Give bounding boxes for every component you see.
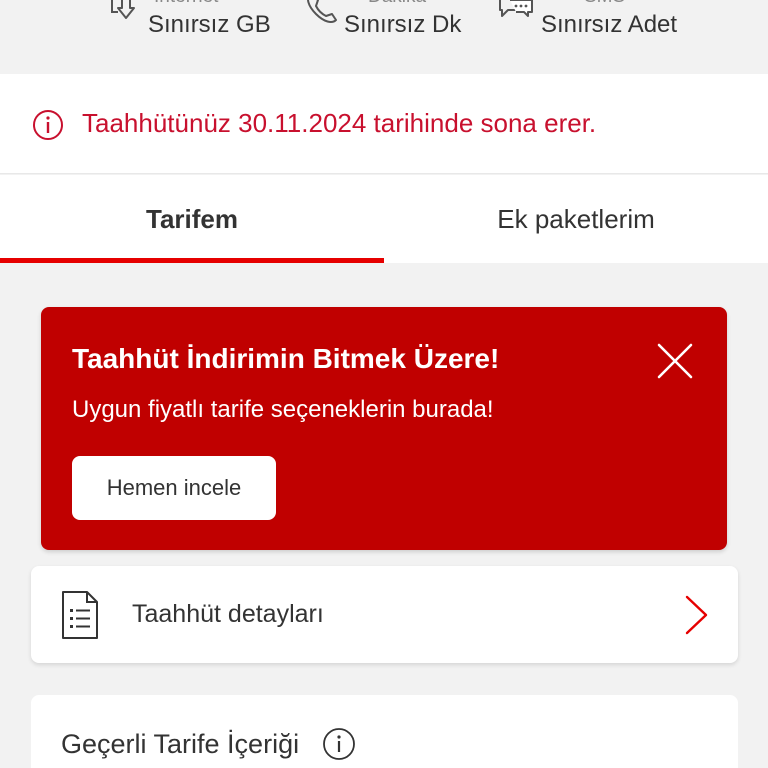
- chevron-right-icon: [685, 595, 708, 635]
- review-now-button[interactable]: Hemen incele: [72, 456, 276, 520]
- tab-bar: Tarifem Ek paketlerim: [0, 175, 768, 263]
- commitment-notice: Taahhütünüz 30.11.2024 tarihinde sona er…: [0, 74, 768, 174]
- usage-label: Dakika: [368, 0, 426, 8]
- tariff-content-title: Geçerli Tarife İçeriği: [61, 729, 300, 759]
- document-icon: [62, 591, 98, 639]
- promo-subtitle: Uygun fiyatlı tarife seçeneklerin burada…: [72, 396, 494, 423]
- page: İnternet Sınırsız GB Dakika Sınırsız Dk …: [0, 0, 768, 768]
- notice-text: Taahhütünüz 30.11.2024 tarihinde sona er…: [82, 108, 597, 138]
- chat-icon: [499, 0, 533, 17]
- download-icon: [111, 0, 135, 19]
- tab-ek-paketlerim[interactable]: Ek paketlerim: [384, 175, 768, 263]
- usage-value: Sınırsız GB: [148, 11, 271, 38]
- info-icon: [33, 110, 63, 140]
- usage-value: Sınırsız Adet: [541, 11, 678, 38]
- usage-summary: İnternet Sınırsız GB Dakika Sınırsız Dk …: [0, 0, 768, 72]
- phone-icon: [307, 0, 337, 23]
- commitment-details-label: Taahhüt detayları: [132, 600, 324, 628]
- usage-value: Sınırsız Dk: [344, 11, 462, 38]
- close-icon[interactable]: [655, 341, 695, 381]
- info-icon[interactable]: [322, 727, 356, 761]
- usage-label: İnternet: [154, 0, 218, 8]
- tab-tarifem[interactable]: Tarifem: [0, 175, 384, 263]
- commitment-details-row[interactable]: Taahhüt detayları: [31, 566, 738, 663]
- promo-title: Taahhüt İndirimin Bitmek Üzere!: [72, 343, 500, 374]
- usage-label: SMS: [584, 0, 625, 8]
- promo-banner: Taahhüt İndirimin Bitmek Üzere! Uygun fi…: [41, 307, 727, 550]
- tariff-content-card: Geçerli Tarife İçeriği: [31, 695, 738, 768]
